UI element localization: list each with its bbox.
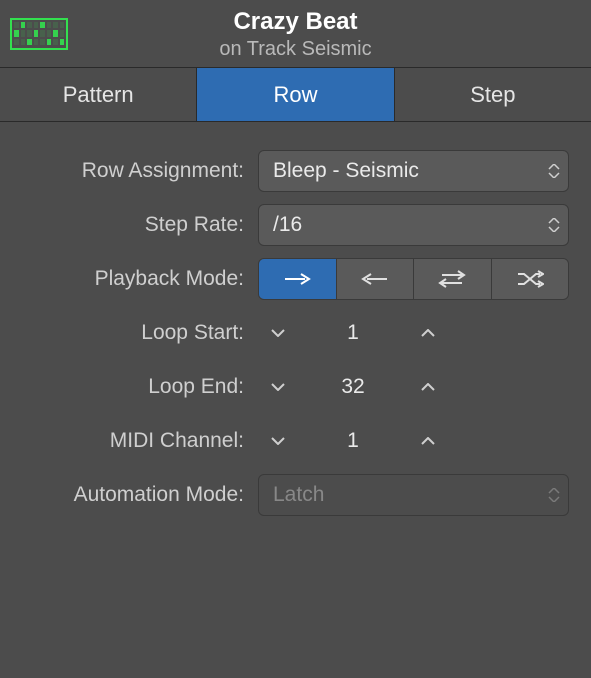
chevron-down-icon <box>271 437 285 445</box>
step-rate-select[interactable]: /16 <box>258 204 569 246</box>
chevron-down-icon <box>271 383 285 391</box>
chevron-down-icon <box>271 329 285 337</box>
loop-end-stepper[interactable]: 32 <box>258 366 448 408</box>
playback-backward-button[interactable] <box>337 259 415 299</box>
chevron-up-icon <box>421 437 435 445</box>
pattern-title: Crazy Beat <box>78 6 513 37</box>
row-assignment-label: Row Assignment: <box>0 159 248 183</box>
updown-icon <box>548 164 560 178</box>
playback-mode-group <box>258 258 569 300</box>
stepper-value: 1 <box>298 321 408 345</box>
midi-channel-stepper[interactable]: 1 <box>258 420 448 462</box>
playback-mode-label: Playback Mode: <box>0 267 248 291</box>
stepper-value: 1 <box>298 429 408 453</box>
tab-step[interactable]: Step <box>395 68 591 121</box>
arrow-left-icon <box>361 272 389 286</box>
shuffle-icon <box>516 270 544 288</box>
tab-row[interactable]: Row <box>197 68 394 121</box>
chevron-up-icon <box>421 383 435 391</box>
stepper-value: 32 <box>298 375 408 399</box>
decrement-button[interactable] <box>258 312 298 354</box>
step-rate-label: Step Rate: <box>0 213 248 237</box>
chevron-up-icon <box>421 329 435 337</box>
increment-button[interactable] <box>408 366 448 408</box>
tab-label: Row <box>273 82 317 108</box>
loop-start-label: Loop Start: <box>0 321 248 345</box>
automation-mode-select[interactable]: Latch <box>258 474 569 516</box>
step-sequencer-icon <box>0 0 78 68</box>
increment-button[interactable] <box>408 420 448 462</box>
select-value: Bleep - Seismic <box>273 159 419 183</box>
select-value: Latch <box>273 483 324 507</box>
tab-label: Pattern <box>63 82 134 108</box>
inspector-tabs: Pattern Row Step <box>0 68 591 122</box>
loop-end-label: Loop End: <box>0 375 248 399</box>
updown-icon <box>548 218 560 232</box>
decrement-button[interactable] <box>258 366 298 408</box>
playback-pendulum-button[interactable] <box>414 259 492 299</box>
updown-icon <box>548 488 560 502</box>
pattern-subtitle: on Track Seismic <box>78 38 513 61</box>
tab-label: Step <box>470 82 515 108</box>
increment-button[interactable] <box>408 312 448 354</box>
row-settings-panel: Row Assignment: Bleep - Seismic Step Rat… <box>0 122 591 516</box>
arrow-right-icon <box>283 272 311 286</box>
playback-forward-button[interactable] <box>259 259 337 299</box>
select-value: /16 <box>273 213 302 237</box>
row-assignment-select[interactable]: Bleep - Seismic <box>258 150 569 192</box>
pattern-header: Crazy Beat on Track Seismic <box>0 0 591 68</box>
playback-random-button[interactable] <box>492 259 569 299</box>
automation-mode-label: Automation Mode: <box>0 483 248 507</box>
decrement-button[interactable] <box>258 420 298 462</box>
tab-pattern[interactable]: Pattern <box>0 68 197 121</box>
midi-channel-label: MIDI Channel: <box>0 429 248 453</box>
loop-start-stepper[interactable]: 1 <box>258 312 448 354</box>
arrows-pendulum-icon <box>438 270 466 288</box>
